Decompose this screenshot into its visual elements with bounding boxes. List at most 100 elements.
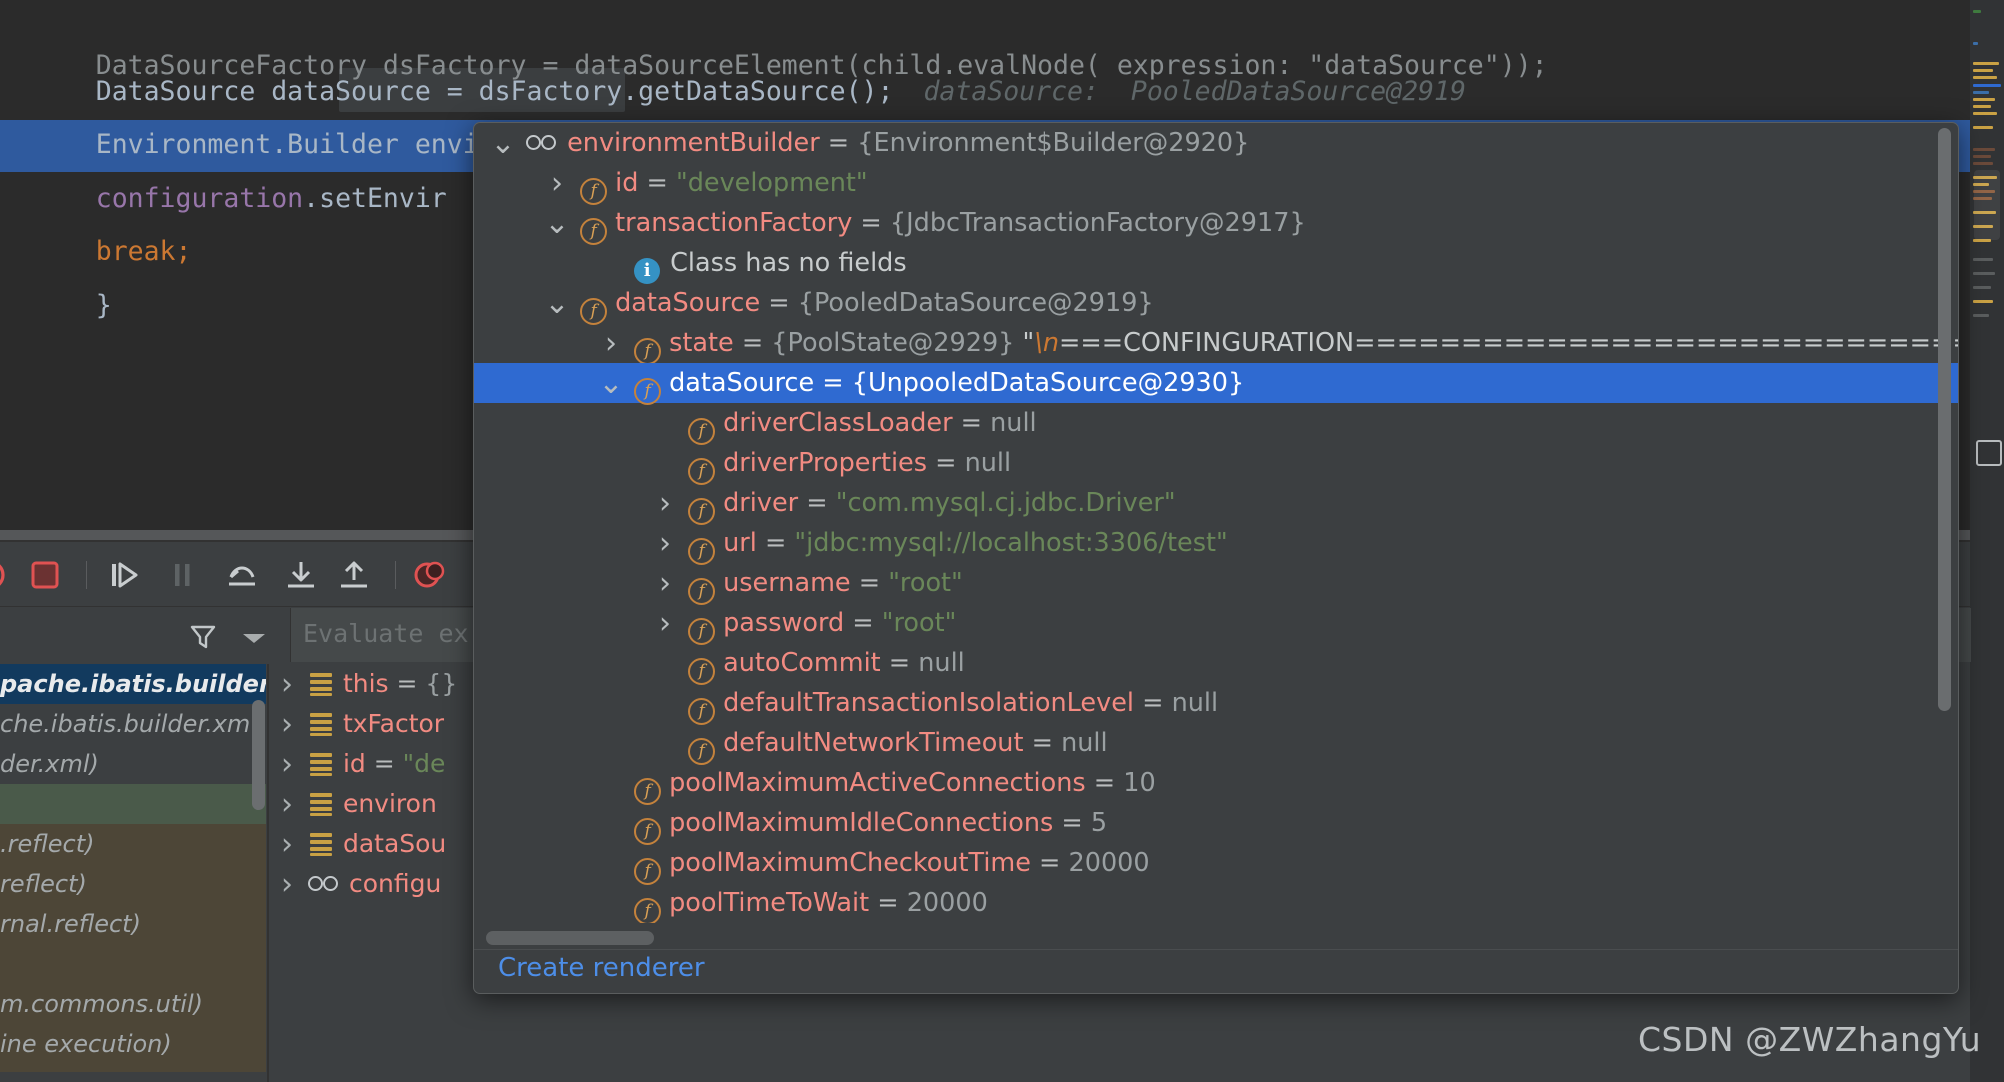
field-name: dataSource [669, 368, 814, 398]
popup-row[interactable]: ⌄ ftransactionFactory = {JdbcTransaction… [474, 203, 1958, 243]
filter-icon[interactable] [188, 622, 218, 652]
variable-name: txFactor [343, 709, 444, 738]
popup-row[interactable]: › fusername = "root" [474, 563, 1958, 603]
chevron-right-icon[interactable]: › [542, 164, 572, 204]
frame-label: rnal.reflect) [0, 910, 141, 938]
field-name: poolMaximumActiveConnections [669, 768, 1086, 798]
force-step-into-button[interactable] [222, 555, 262, 595]
chevron-right-icon[interactable]: › [274, 745, 300, 785]
frames-list-item[interactable]: rnal.reflect) [0, 904, 266, 944]
step-into-disabled-button[interactable] [163, 555, 203, 595]
frame-label: che.ibatis.builder.xm [0, 710, 250, 738]
equals-sign: = [869, 888, 907, 918]
frames-list-item[interactable]: pache.ibatis.builder.x [0, 664, 266, 704]
variable-row[interactable]: › this = {} [274, 664, 457, 704]
popup-row[interactable]: › fpassword = "root" [474, 603, 1958, 643]
chevron-down-icon[interactable]: ⌄ [488, 134, 518, 154]
field-value: {Environment$Builder@2920} [857, 128, 1249, 158]
create-renderer-link[interactable]: Create renderer [498, 953, 705, 983]
field-icon: f [688, 578, 715, 605]
popup-row[interactable]: › fdriver = "com.mysql.cj.jdbc.Driver" [474, 483, 1958, 523]
equals-sign: = [798, 488, 836, 518]
minimap-thumb[interactable] [1974, 170, 2000, 240]
chevron-right-icon[interactable]: › [650, 524, 680, 564]
variable-row[interactable]: › dataSou [274, 824, 446, 864]
ide-window: DataSourceFactory dsFactory = dataSource… [0, 0, 2004, 1082]
frames-list-item[interactable] [0, 944, 266, 984]
variable-row[interactable]: › environ [274, 784, 437, 824]
inspection-badge-icon[interactable] [1976, 440, 2002, 466]
popup-row[interactable]: fdefaultTransactionIsolationLevel = null [474, 683, 1958, 723]
frames-list-item[interactable]: .reflect) [0, 824, 266, 864]
minimap-line [1973, 84, 2001, 87]
chevron-right-icon[interactable]: › [274, 785, 300, 825]
scrollbar-thumb[interactable] [486, 931, 654, 945]
stop-button[interactable] [25, 555, 65, 595]
view-breakpoints-button[interactable] [410, 555, 450, 595]
frames-list[interactable]: pache.ibatis.builder.x che.ibatis.builder… [0, 664, 266, 1082]
popup-footer: Create renderer [474, 953, 1958, 993]
minimap-line [1973, 300, 1993, 303]
popup-row[interactable]: iClass has no fields [474, 243, 1958, 283]
chevron-down-icon[interactable] [243, 634, 265, 643]
field-name: autoCommit [723, 648, 881, 678]
chevron-down-icon[interactable]: ⌄ [542, 214, 572, 234]
watch-icon [526, 134, 560, 154]
variable-row[interactable]: › configu [274, 864, 441, 904]
field-icon: f [634, 898, 661, 923]
step-into-button[interactable] [281, 555, 321, 595]
popup-row[interactable]: fdriverProperties = null [474, 443, 1958, 483]
code-text: } [96, 290, 112, 321]
chevron-right-icon[interactable]: › [274, 825, 300, 865]
chevron-down-icon[interactable]: ⌄ [596, 374, 626, 394]
popup-row[interactable]: fpoolTimeToWait = 20000 [474, 883, 1958, 923]
popup-row[interactable]: › fstate = {PoolState@2929} "\n===CONFIN… [474, 323, 1958, 363]
popup-row[interactable]: › furl = "jdbc:mysql://localhost:3306/te… [474, 523, 1958, 563]
scrollbar-thumb[interactable] [252, 700, 265, 810]
value-inspector-popup[interactable]: ⌄ environmentBuilder = {Environment$Buil… [473, 122, 1959, 994]
popup-row[interactable]: fpoolMaximumIdleConnections = 5 [474, 803, 1958, 843]
field-icon: f [580, 298, 607, 325]
variable-row[interactable]: › txFactor [274, 704, 444, 744]
chevron-right-icon[interactable]: › [596, 324, 626, 364]
popup-row[interactable]: fpoolMaximumActiveConnections = 10 [474, 763, 1958, 803]
popup-row[interactable]: fdefaultNetworkTimeout = null [474, 723, 1958, 763]
field-value: 20000 [907, 888, 988, 918]
popup-row[interactable]: fpoolMaximumCheckoutTime = 20000 [474, 843, 1958, 883]
editor-minimap[interactable] [1970, 0, 2004, 1082]
field-icon: f [688, 498, 715, 525]
chevron-right-icon[interactable]: › [650, 484, 680, 524]
frames-list-item[interactable] [0, 784, 266, 824]
tree-spacer [596, 843, 626, 883]
chevron-right-icon[interactable]: › [650, 564, 680, 604]
tree-spacer [596, 883, 626, 923]
popup-row[interactable]: › fid = "development" [474, 163, 1958, 203]
chevron-right-icon[interactable]: › [274, 865, 300, 905]
popup-row-selected[interactable]: ⌄ fdataSource = {UnpooledDataSource@2930… [474, 363, 1958, 403]
popup-row[interactable]: fautoCommit = null [474, 643, 1958, 683]
frames-list-item[interactable]: che.ibatis.builder.xm [0, 704, 266, 744]
resume-program-button[interactable] [0, 555, 16, 595]
step-over-button[interactable] [105, 555, 145, 595]
equals-sign: = [1086, 768, 1124, 798]
frames-list-item[interactable]: der.xml) [0, 744, 266, 784]
frames-list-item[interactable]: m.commons.util) [0, 984, 266, 1024]
step-out-button[interactable] [334, 555, 374, 595]
popup-horizontal-scrollbar[interactable] [486, 929, 1946, 947]
chevron-right-icon[interactable]: › [274, 705, 300, 745]
frames-scrollbar[interactable] [250, 700, 266, 810]
frame-label: ine execution) [0, 1030, 172, 1058]
scrollbar-thumb[interactable] [1938, 128, 1951, 711]
popup-variable-tree[interactable]: ⌄ environmentBuilder = {Environment$Buil… [474, 123, 1958, 923]
frames-list-item[interactable]: reflect) [0, 864, 266, 904]
minimap-line [1973, 42, 1978, 45]
popup-vertical-scrollbar[interactable] [1937, 128, 1953, 713]
chevron-right-icon[interactable]: › [650, 604, 680, 644]
chevron-down-icon[interactable]: ⌄ [542, 294, 572, 314]
chevron-right-icon[interactable]: › [274, 665, 300, 705]
frames-list-item[interactable]: ine execution) [0, 1024, 266, 1064]
popup-row[interactable]: ⌄ fdataSource = {PooledDataSource@2919} [474, 283, 1958, 323]
variable-row[interactable]: › id = "de [274, 744, 445, 784]
popup-row[interactable]: fdriverClassLoader = null [474, 403, 1958, 443]
popup-row[interactable]: ⌄ environmentBuilder = {Environment$Buil… [474, 123, 1958, 163]
